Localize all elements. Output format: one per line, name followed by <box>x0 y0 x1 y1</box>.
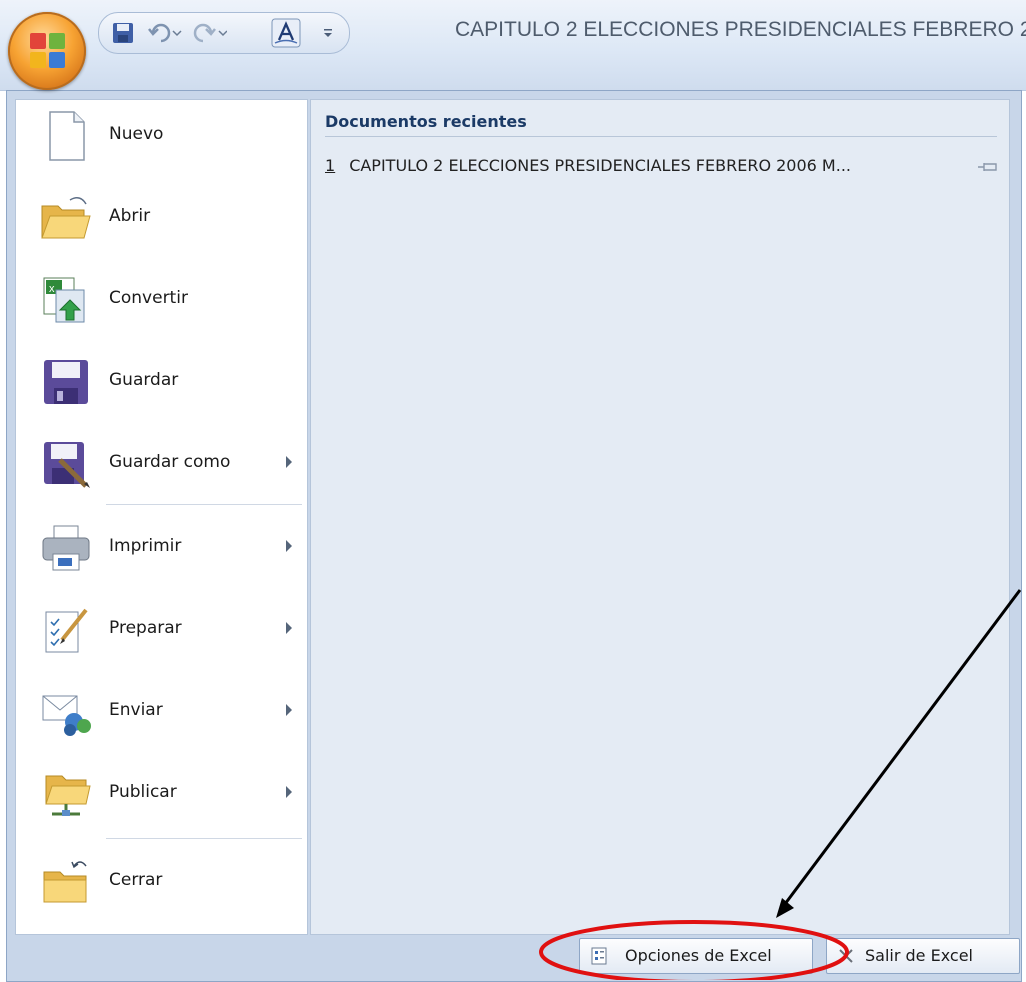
menu-item-label: Cerrar <box>109 870 163 890</box>
save-as-icon <box>44 442 90 488</box>
recent-documents-panel: Documentos recientes 1 CAPITULO 2 ELECCIO… <box>310 99 1010 935</box>
exit-excel-label: Salir de Excel <box>865 946 973 965</box>
svg-text:x: x <box>49 283 55 295</box>
window-title: CAPITULO 2 ELECCIONES PRESIDENCIALES FEB… <box>455 18 1026 41</box>
menu-item-preparar[interactable]: Preparar <box>16 594 307 666</box>
font-color-icon[interactable] <box>271 18 301 48</box>
printer-icon <box>42 525 90 571</box>
quick-access-toolbar <box>98 12 350 54</box>
menu-item-label: Abrir <box>109 206 151 226</box>
excel-options-button[interactable]: Opciones de Excel <box>579 938 813 974</box>
submenu-arrow-icon <box>286 786 292 798</box>
menu-item-convertir[interactable]: x Convertir <box>16 264 307 336</box>
menu-item-label: Imprimir <box>109 536 182 556</box>
submenu-arrow-icon <box>286 704 292 716</box>
menu-item-label: Convertir <box>109 288 188 308</box>
prepare-icon <box>45 608 88 653</box>
menu-item-enviar[interactable]: Enviar <box>16 676 307 748</box>
menu-item-guardar[interactable]: Guardar <box>16 346 307 418</box>
new-document-icon <box>49 111 85 161</box>
menu-item-publicar[interactable]: Publicar <box>16 758 307 830</box>
recent-document-name: CAPITULO 2 ELECCIONES PRESIDENCIALES FEB… <box>349 156 851 175</box>
office-logo-icon <box>30 33 66 69</box>
excel-options-label: Opciones de Excel <box>625 946 772 965</box>
customize-dropdown-icon[interactable] <box>321 21 335 45</box>
recent-document-item[interactable]: 1 CAPITULO 2 ELECCIONES PRESIDENCIALES FE… <box>325 156 1005 180</box>
open-folder-icon <box>41 197 91 239</box>
submenu-arrow-icon <box>286 456 292 468</box>
menu-item-label: Publicar <box>109 782 177 802</box>
menu-item-label: Guardar <box>109 370 179 390</box>
recent-document-number: 1 <box>325 156 336 175</box>
menu-item-label: Enviar <box>109 700 163 720</box>
recent-documents-header: Documentos recientes <box>325 112 527 131</box>
save-icon <box>44 360 88 404</box>
menu-item-abrir[interactable]: Abrir <box>16 182 307 254</box>
menu-item-cerrar[interactable]: Cerrar <box>16 846 307 918</box>
recent-divider <box>325 136 997 137</box>
submenu-arrow-icon <box>286 540 292 552</box>
menu-item-imprimir[interactable]: Imprimir <box>16 512 307 584</box>
office-menu: Nuevo Abrir x Convertir Guardar Guardar … <box>6 90 1022 982</box>
menu-commands: Nuevo Abrir x Convertir Guardar Guardar … <box>15 99 308 935</box>
pin-icon[interactable] <box>977 160 999 174</box>
menu-item-label: Guardar como <box>109 452 231 472</box>
convert-icon: x <box>43 277 85 323</box>
publish-icon <box>45 775 91 816</box>
office-button[interactable] <box>8 12 86 90</box>
menu-separator <box>106 838 302 839</box>
options-icon <box>591 947 607 965</box>
close-folder-icon <box>43 861 87 903</box>
menu-item-label: Nuevo <box>109 124 164 144</box>
undo-icon[interactable] <box>147 21 183 45</box>
title-bar: CAPITULO 2 ELECCIONES PRESIDENCIALES FEB… <box>0 0 1026 91</box>
menu-item-label: Preparar <box>109 618 182 638</box>
send-icon <box>42 695 91 736</box>
submenu-arrow-icon <box>286 622 292 634</box>
save-icon[interactable] <box>111 21 135 45</box>
menu-item-guardar-como[interactable]: Guardar como <box>16 428 307 500</box>
menu-separator <box>106 504 302 505</box>
redo-icon[interactable] <box>191 21 227 45</box>
close-icon <box>839 949 853 963</box>
exit-excel-button[interactable]: Salir de Excel <box>826 938 1020 974</box>
menu-item-nuevo[interactable]: Nuevo <box>16 100 307 172</box>
